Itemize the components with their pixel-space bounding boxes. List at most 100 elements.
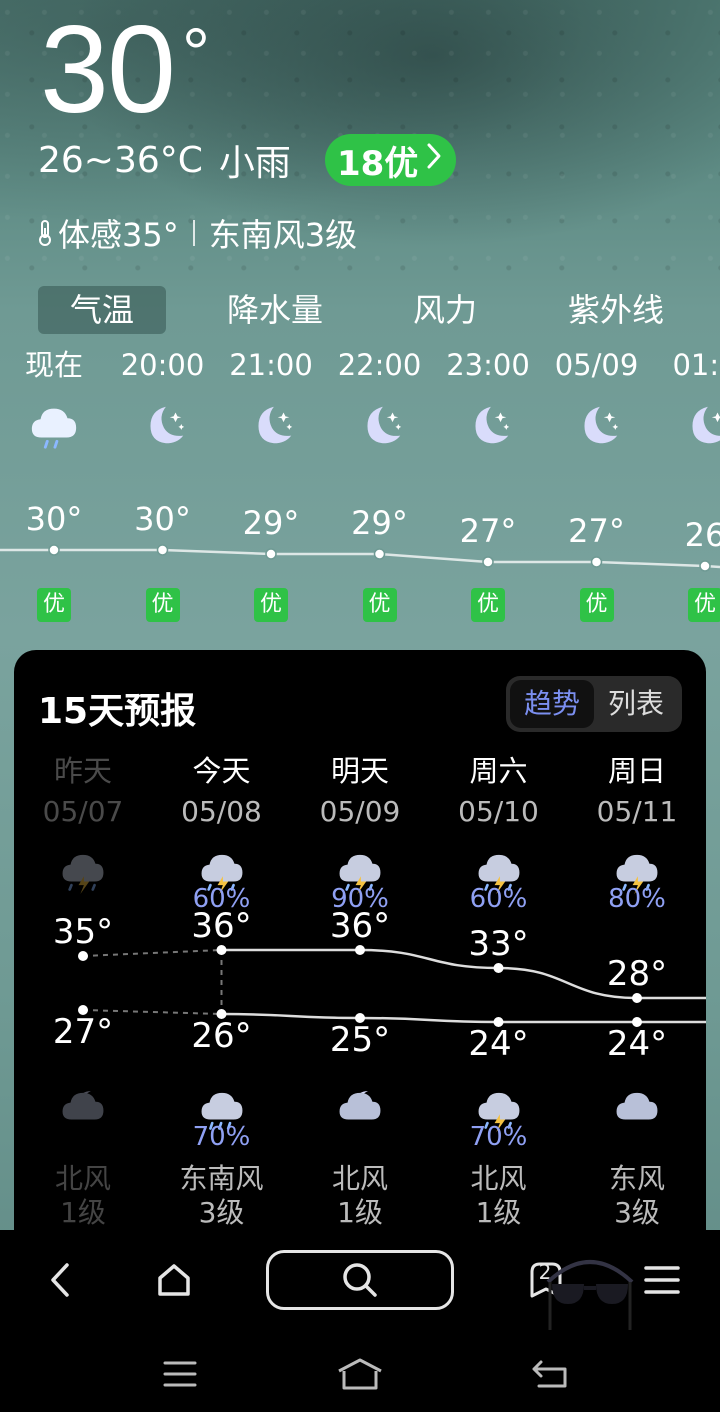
day-wind: 北风 1级 — [14, 1162, 152, 1230]
high-temp-point — [216, 945, 227, 955]
tab-wind[interactable]: 风力 — [384, 286, 506, 334]
hourly-item: 01:0 — [651, 340, 720, 460]
day-date: 05/11 — [596, 795, 678, 828]
hour-time: 20:00 — [120, 348, 205, 382]
day-date: 05/08 — [181, 795, 262, 828]
day-date: 05/10 — [458, 795, 539, 828]
wind-direction: 北风 — [54, 1162, 111, 1195]
night-precip-chance: 70% — [469, 1122, 528, 1152]
high-temp-point — [355, 945, 365, 955]
divider — [192, 220, 195, 246]
tab-precipitation[interactable]: 降水量 — [166, 286, 384, 334]
back-icon — [51, 1263, 69, 1297]
hourly-item: 05/09 — [543, 340, 651, 460]
mascot-icon[interactable] — [544, 1252, 636, 1332]
hourly-item: 21:00 — [217, 340, 325, 460]
hourly-temp-point — [156, 544, 169, 556]
day-precip-chance: 80% — [608, 884, 666, 914]
day-item[interactable]: 明天 05/09 — [291, 750, 429, 832]
hour-temp: 30° — [134, 500, 191, 538]
home-button[interactable] — [150, 1256, 198, 1304]
hour-temp: 27° — [568, 512, 625, 550]
hour-temp: 29° — [351, 504, 408, 542]
hour-time: 现在 — [24, 348, 83, 382]
day-precip-chance: 60% — [469, 884, 528, 914]
cloudy-night-icon — [291, 1084, 429, 1132]
day-item[interactable]: 今天 05/08 — [153, 750, 291, 832]
moon-night-icon — [651, 390, 720, 460]
hourly-temp-point — [48, 544, 60, 556]
metric-tabs: 气温 降水量 风力 紫外线 — [38, 286, 720, 334]
wind-level: 1级 — [475, 1196, 522, 1229]
day-high-temp: 35° — [52, 912, 114, 952]
search-button[interactable] — [266, 1250, 454, 1310]
high-temp-point — [493, 963, 504, 973]
day-low-temp: 25° — [329, 1020, 391, 1060]
current-temperature: 30 ° — [40, 8, 210, 132]
hour-temp: 26 — [684, 516, 720, 554]
day-date: 05/07 — [42, 795, 124, 828]
browser-toolbar: 2 — [0, 1230, 720, 1330]
moon-night-icon — [217, 390, 325, 460]
system-back-button[interactable] — [530, 1350, 570, 1398]
day-high-temp: 36° — [329, 906, 391, 946]
moon-night-icon — [543, 390, 651, 460]
hour-aqi-badge: 优 — [362, 588, 397, 622]
wind-level: 1级 — [60, 1196, 106, 1229]
night-precip-chance: 70% — [192, 1122, 251, 1152]
moon-night-icon — [109, 390, 217, 460]
tab-uv[interactable]: 紫外线 — [506, 286, 720, 334]
day-low-temp: 27° — [52, 1012, 114, 1052]
day-low-temp: 24° — [606, 1024, 668, 1064]
home-icon — [158, 1264, 190, 1296]
back-button[interactable] — [40, 1256, 80, 1304]
hour-time: 22:00 — [337, 348, 422, 382]
hour-time: 01:0 — [672, 348, 720, 382]
system-nav-bar — [0, 1330, 720, 1412]
day-name: 昨天 — [53, 754, 112, 788]
hour-aqi-badge: 优 — [254, 588, 288, 622]
hourly-temp-point — [699, 560, 711, 572]
day-low-temp: 24° — [468, 1024, 529, 1064]
tab-temperature[interactable]: 气温 — [38, 286, 166, 334]
hour-aqi-badge: 优 — [37, 588, 71, 622]
range-row: 26~36°C 小雨 18优 — [38, 134, 457, 186]
hour-time: 21:00 — [229, 348, 313, 382]
system-menu-button[interactable] — [162, 1350, 198, 1398]
cloud-icon — [568, 1084, 706, 1132]
search-icon — [343, 1263, 377, 1297]
high-temp-point — [78, 951, 88, 961]
day-wind: 北风 1级 — [430, 1162, 568, 1230]
hourly-temp-point — [482, 556, 494, 568]
wind-level: 1级 — [337, 1196, 383, 1229]
thunderstorm-icon — [14, 846, 152, 894]
day-low-temp: 26° — [191, 1016, 252, 1056]
hour-temp: 27° — [459, 512, 517, 550]
menu-icon — [644, 1266, 680, 1294]
day-item[interactable]: 周日 05/11 — [568, 750, 706, 832]
day-wind: 北风 1级 — [291, 1162, 429, 1230]
day-item[interactable]: 周六 05/10 — [430, 750, 568, 832]
moon-night-icon — [434, 390, 542, 460]
day-item[interactable]: 昨天 05/07 — [14, 750, 152, 832]
temp-range: 26~36°C — [38, 139, 203, 181]
day-name: 今天 — [192, 754, 251, 788]
hour-temp: 30° — [25, 500, 83, 538]
wind-direction: 北风 — [470, 1162, 527, 1195]
light-rain-icon — [0, 390, 108, 460]
hourly-forecast[interactable]: 现在 30° 优 20:00 30° 优 21:00 29° 优 22:00 2… — [0, 340, 720, 640]
hourly-item: 22:00 — [326, 340, 434, 460]
hour-aqi-badge: 优 — [471, 588, 505, 622]
temp-degree: ° — [181, 14, 210, 92]
day-high-temp: 28° — [606, 954, 668, 994]
hourly-item: 23:00 — [434, 340, 542, 460]
day-name: 周日 — [607, 754, 666, 788]
chevron-right-icon — [426, 142, 442, 178]
hourly-temp-path — [0, 548, 720, 569]
menu-button[interactable] — [644, 1256, 680, 1304]
aqi-button[interactable]: 18优 — [324, 134, 457, 186]
day-high-temp: 36° — [191, 906, 252, 946]
day-date: 05/09 — [319, 795, 401, 828]
system-home-button[interactable] — [336, 1350, 384, 1398]
hour-aqi-badge: 优 — [688, 588, 720, 622]
